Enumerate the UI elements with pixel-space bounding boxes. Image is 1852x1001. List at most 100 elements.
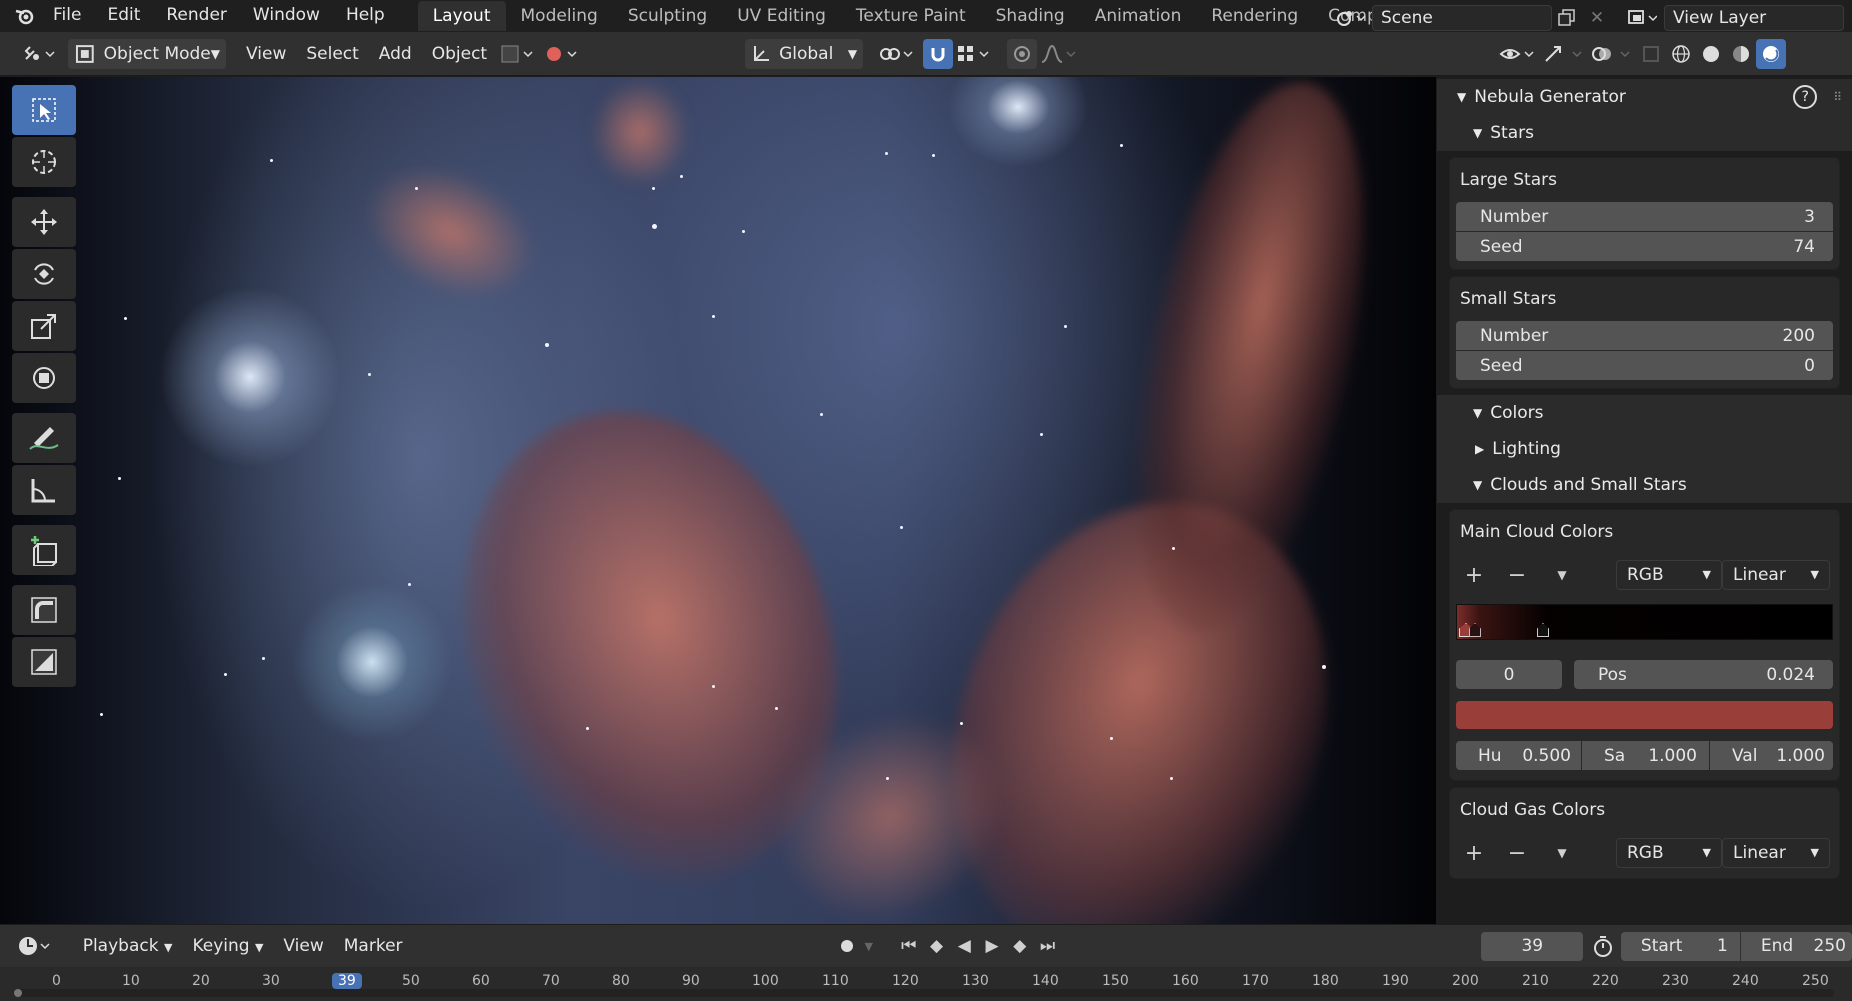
- shear-tool-icon[interactable]: [12, 637, 76, 687]
- panel-header-nebula-generator[interactable]: ▼ Nebula Generator ? ⠿: [1437, 79, 1852, 115]
- scale-tool-icon[interactable]: [12, 301, 76, 351]
- header-menu-select[interactable]: Select: [296, 39, 368, 69]
- editor-type-icon[interactable]: [20, 39, 60, 69]
- tab-rendering[interactable]: Rendering: [1196, 1, 1313, 31]
- cursor-tool-icon[interactable]: [12, 137, 76, 187]
- snap-link-icon[interactable]: [875, 39, 919, 69]
- hue-field[interactable]: Hu 0.500: [1456, 741, 1581, 770]
- tab-layout[interactable]: Layout: [417, 1, 506, 31]
- stop-position-field[interactable]: Pos 0.024: [1574, 660, 1833, 689]
- view-layer-name-field[interactable]: View Layer: [1664, 5, 1844, 31]
- header-menu-add[interactable]: Add: [369, 39, 422, 69]
- menu-file[interactable]: File: [40, 0, 94, 32]
- transform-tool-icon[interactable]: [12, 353, 76, 403]
- menu-render[interactable]: Render: [153, 0, 240, 32]
- value-field[interactable]: Val 1.000: [1710, 741, 1833, 770]
- xray-icon[interactable]: [1636, 39, 1666, 69]
- measure-tool-icon[interactable]: [12, 465, 76, 515]
- tab-texture-paint[interactable]: Texture Paint: [841, 1, 981, 31]
- copy-scene-icon[interactable]: [1552, 3, 1582, 33]
- gizmo-icon[interactable]: [1540, 39, 1588, 69]
- tab-animation[interactable]: Animation: [1080, 1, 1197, 31]
- color-stop-handle[interactable]: [1469, 623, 1481, 637]
- chevron-down-icon: ▼: [1473, 406, 1483, 420]
- color-ramp-controls: + − ▼ RGB ▼ Linear ▼: [1456, 836, 1833, 870]
- header-menu-view[interactable]: View: [236, 39, 296, 69]
- frame-tick-label: 190: [1382, 973, 1409, 989]
- remove-stop-icon[interactable]: −: [1492, 838, 1542, 868]
- scene-icon[interactable]: [1328, 3, 1372, 33]
- move-tool-icon[interactable]: [12, 197, 76, 247]
- saturation-field[interactable]: Sa 1.000: [1582, 741, 1709, 770]
- star: [885, 152, 888, 155]
- solid-shading-icon[interactable]: [1696, 39, 1726, 69]
- frame-tick-label: 170: [1242, 973, 1269, 989]
- frame-tick-label: 0: [52, 973, 61, 989]
- add-stop-icon[interactable]: +: [1456, 838, 1492, 868]
- small-stars-number-field[interactable]: Number 200: [1456, 321, 1833, 350]
- select-box-tool-icon[interactable]: [12, 85, 76, 135]
- shading-sphere-icon[interactable]: [541, 39, 585, 69]
- 3d-viewport-render[interactable]: [0, 77, 1436, 924]
- ramp-menu-chevron-icon[interactable]: ▼: [1542, 838, 1582, 868]
- proportional-edit-icon[interactable]: [1007, 38, 1038, 69]
- color-ramp-gradient[interactable]: [1456, 604, 1833, 640]
- bend-tool-icon[interactable]: [12, 585, 76, 635]
- menu-help[interactable]: Help: [333, 0, 398, 32]
- view-layer-icon[interactable]: [1620, 3, 1664, 33]
- interpolation-dropdown[interactable]: Linear ▼: [1722, 838, 1830, 868]
- ramp-menu-chevron-icon[interactable]: ▼: [1542, 560, 1582, 590]
- color-mode-dropdown[interactable]: RGB ▼: [1616, 838, 1722, 868]
- mode-dropdown[interactable]: Object Mode ▼: [68, 38, 226, 69]
- close-scene-icon[interactable]: ✕: [1582, 3, 1612, 33]
- annotate-tool-icon[interactable]: [12, 413, 76, 463]
- rendered-shading-icon[interactable]: [1756, 39, 1786, 69]
- subpanel-header-clouds[interactable]: ▼ Clouds and Small Stars: [1437, 467, 1852, 503]
- help-icon[interactable]: ?: [1793, 85, 1818, 109]
- tab-shading[interactable]: Shading: [981, 1, 1080, 31]
- menu-window[interactable]: Window: [240, 0, 333, 32]
- timeline-scrollbar[interactable]: [14, 989, 1834, 997]
- frame-tick-label: 70: [542, 973, 560, 989]
- tab-uv-editing[interactable]: UV Editing: [722, 1, 841, 31]
- wireframe-shading-icon[interactable]: [1666, 39, 1696, 69]
- add-cube-tool-icon[interactable]: [12, 525, 76, 575]
- interpolation-dropdown[interactable]: Linear ▼: [1722, 560, 1830, 590]
- large-stars-number-field[interactable]: Number 3: [1456, 202, 1833, 231]
- stop-color-swatch[interactable]: [1456, 701, 1833, 729]
- tab-sculpting[interactable]: Sculpting: [613, 1, 722, 31]
- small-stars-seed-field[interactable]: Seed 0: [1456, 351, 1833, 380]
- frame-tick-label: 80: [612, 973, 630, 989]
- rotate-tool-icon[interactable]: [12, 249, 76, 299]
- color-mode-dropdown[interactable]: RGB ▼: [1616, 560, 1722, 590]
- transform-pivot-icon[interactable]: [497, 39, 541, 69]
- star: [932, 154, 935, 157]
- add-stop-icon[interactable]: +: [1456, 560, 1492, 590]
- current-frame-indicator[interactable]: 39: [332, 973, 362, 989]
- header-menu-object[interactable]: Object: [422, 39, 497, 69]
- visibility-eye-icon[interactable]: [1496, 39, 1540, 69]
- star: [224, 673, 227, 676]
- blender-logo-icon[interactable]: [10, 1, 40, 31]
- material-shading-icon[interactable]: [1726, 39, 1756, 69]
- large-stars-seed-field[interactable]: Seed 74: [1456, 232, 1833, 261]
- scrollbar-handle[interactable]: [14, 989, 22, 997]
- subpanel-header-lighting[interactable]: ▶ Lighting: [1437, 431, 1852, 467]
- star: [820, 413, 823, 416]
- drag-handle-icon[interactable]: ⠿: [1833, 79, 1842, 115]
- overlays-icon[interactable]: [1588, 39, 1636, 69]
- stop-index-field[interactable]: 0: [1456, 660, 1562, 689]
- falloff-curve-icon[interactable]: [1037, 39, 1081, 69]
- transform-orientation-dropdown[interactable]: Global ▼: [745, 38, 864, 69]
- scene-name-field[interactable]: Scene: [1372, 5, 1552, 31]
- tab-modeling[interactable]: Modeling: [506, 1, 613, 31]
- subpanel-header-colors[interactable]: ▼ Colors: [1437, 395, 1852, 431]
- color-stop-handle[interactable]: [1537, 623, 1549, 637]
- subpanel-header-stars[interactable]: ▼ Stars: [1437, 115, 1852, 151]
- remove-stop-icon[interactable]: −: [1492, 560, 1542, 590]
- snap-magnet-icon[interactable]: [923, 38, 954, 69]
- star: [1040, 433, 1043, 436]
- chevron-down-icon: ▼: [1810, 846, 1819, 859]
- snap-grid-icon[interactable]: [953, 39, 997, 69]
- menu-edit[interactable]: Edit: [94, 0, 153, 32]
